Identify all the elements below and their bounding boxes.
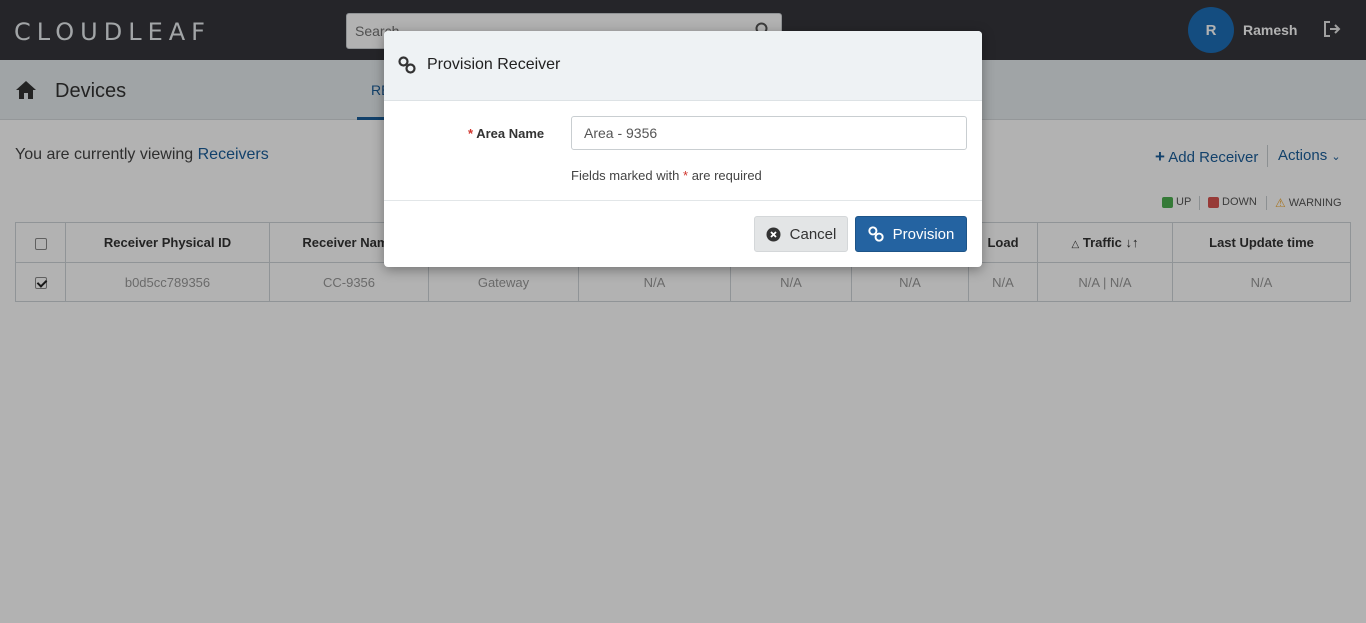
- hint-suffix: are required: [691, 168, 762, 183]
- dialog-header: Provision Receiver: [384, 31, 982, 101]
- required-mark: *: [468, 126, 474, 141]
- cancel-label: Cancel: [789, 225, 837, 243]
- provision-receiver-dialog: Provision Receiver * Area Name Fields ma…: [384, 31, 982, 267]
- dialog-divider: [384, 200, 982, 201]
- area-name-label-text: Area Name: [476, 126, 545, 141]
- link-icon: [398, 56, 416, 74]
- area-name-input[interactable]: [571, 116, 967, 150]
- provision-label: Provision: [892, 225, 955, 243]
- dialog-title: Provision Receiver: [427, 56, 561, 73]
- close-circle-icon: [766, 227, 781, 241]
- area-name-label: * Area Name: [468, 126, 544, 141]
- required-mark: *: [683, 168, 689, 183]
- required-hint: Fields marked with * are required: [571, 168, 762, 183]
- cancel-button[interactable]: Cancel: [754, 216, 848, 252]
- hint-prefix: Fields marked with: [571, 168, 680, 183]
- link-icon: [867, 226, 884, 242]
- provision-button[interactable]: Provision: [855, 216, 967, 252]
